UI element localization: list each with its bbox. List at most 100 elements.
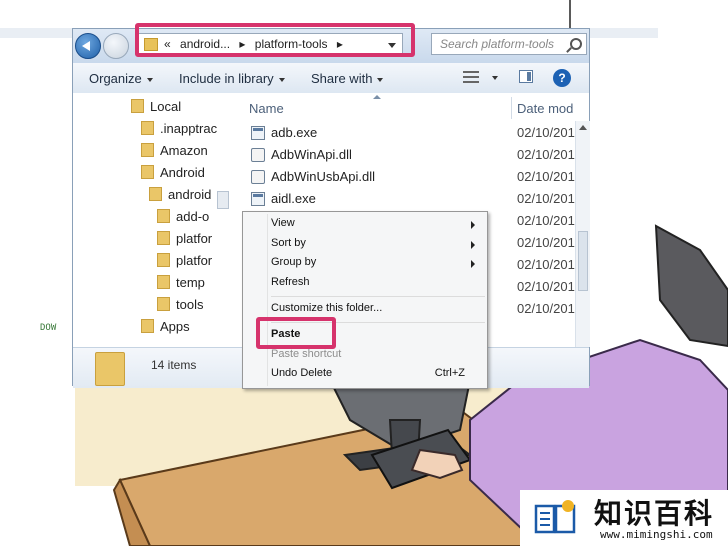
nav-item-tools[interactable]: tools — [157, 297, 203, 317]
column-divider[interactable] — [511, 97, 512, 119]
nav-item-android[interactable]: Android — [141, 165, 205, 185]
chevron-down-icon — [146, 77, 153, 82]
book-lightbulb-icon — [534, 500, 576, 534]
person-hair — [654, 224, 728, 348]
menu-item-view[interactable]: View — [271, 217, 481, 235]
file-date: 02/10/201 — [517, 279, 575, 294]
menu-item-label: Undo Delete — [271, 367, 333, 379]
file-row[interactable]: AdbWinUsbApi.dll 02/10/201 — [231, 167, 589, 189]
menu-item-undo-delete[interactable]: Undo Delete Ctrl+Z — [271, 367, 481, 385]
file-row[interactable]: AdbWinApi.dll 02/10/201 — [231, 145, 589, 167]
menu-item-label: View — [271, 217, 295, 229]
menu-item-label: Group by — [271, 256, 317, 268]
file-date: 02/10/201 — [517, 301, 575, 316]
menu-item-label: Sort by — [271, 237, 306, 249]
menu-item-label: Paste shortcut — [271, 348, 342, 360]
preview-pane-icon[interactable] — [519, 70, 533, 83]
organize-label: Organize — [89, 71, 142, 86]
folder-icon — [157, 275, 170, 289]
file-date: 02/10/201 — [517, 169, 575, 184]
scroll-up-icon[interactable] — [579, 125, 587, 130]
forward-button[interactable] — [103, 33, 129, 59]
view-dropdown[interactable] — [487, 69, 498, 84]
nav-item-label: platfor — [176, 231, 213, 246]
file-row[interactable]: adb.exe 02/10/201 — [231, 123, 589, 145]
site-logo: 知识百科 www.mimingshi.com — [520, 490, 728, 546]
column-header-name[interactable]: Name — [249, 101, 284, 116]
file-date: 02/10/201 — [517, 191, 575, 206]
menu-item-label: Refresh — [271, 276, 310, 288]
dll-file-icon — [251, 148, 265, 162]
nav-item-label: add-o — [176, 209, 210, 224]
folder-icon — [95, 352, 125, 386]
nav-item-inapptrac[interactable]: .inapptrac — [141, 121, 217, 141]
folder-icon — [149, 187, 162, 201]
file-date: 02/10/201 — [517, 213, 575, 228]
dll-file-icon — [251, 170, 265, 184]
address-bar-area: « android... ▸ platform-tools ▸ Search p… — [73, 23, 589, 63]
nav-scrollbar-thumb[interactable] — [217, 191, 229, 209]
nav-item-label: .inapptrac — [160, 121, 218, 136]
include-in-library-menu[interactable]: Include in library — [179, 71, 285, 86]
logo-text: 知识百科 — [594, 497, 715, 530]
file-date: 02/10/201 — [517, 257, 575, 272]
context-menu: View Sort by Group by Refresh Customize … — [242, 211, 488, 389]
exe-file-icon — [251, 126, 265, 140]
folder-icon — [157, 209, 170, 223]
nav-item-label: Amazon — [160, 143, 208, 158]
file-date: 02/10/201 — [517, 125, 575, 140]
menu-item-group-by[interactable]: Group by — [271, 256, 481, 274]
address-highlight-box — [135, 23, 415, 57]
nav-item-local[interactable]: Local — [131, 99, 181, 119]
nav-item-temp[interactable]: temp — [157, 275, 205, 295]
paste-highlight-box — [256, 317, 336, 349]
file-name: AdbWinApi.dll — [271, 147, 352, 162]
search-input[interactable]: Search platform-tools — [431, 33, 587, 55]
chevron-down-icon — [377, 77, 384, 82]
submenu-arrow-icon — [471, 221, 475, 229]
exe-file-icon — [251, 192, 265, 206]
submenu-arrow-icon — [471, 260, 475, 268]
folder-icon — [157, 231, 170, 245]
nav-item-apps[interactable]: Apps — [141, 319, 190, 339]
share-with-menu[interactable]: Share with — [311, 71, 384, 86]
nav-item-label: temp — [176, 275, 205, 290]
nav-item-add-ons[interactable]: add-o — [157, 209, 209, 229]
column-header-date[interactable]: Date mod — [517, 101, 573, 116]
organize-menu[interactable]: Organize — [89, 71, 153, 86]
share-label: Share with — [311, 71, 373, 86]
back-button[interactable] — [75, 33, 101, 59]
nav-item-label: android — [168, 187, 212, 202]
file-row[interactable]: aidl.exe 02/10/201 — [231, 189, 589, 211]
menu-item-refresh[interactable]: Refresh — [271, 276, 481, 294]
scrollbar-thumb[interactable] — [578, 231, 588, 291]
chevron-down-icon — [278, 77, 285, 82]
chevron-down-icon — [492, 75, 498, 80]
submenu-arrow-icon — [471, 241, 475, 249]
nav-item-android-sdk[interactable]: android — [149, 187, 211, 207]
nav-item-label: Apps — [160, 319, 190, 334]
menu-item-sort-by[interactable]: Sort by — [271, 237, 481, 255]
search-icon[interactable] — [570, 38, 582, 50]
nav-item-amazon[interactable]: Amazon — [141, 143, 208, 163]
nav-item-label: Android — [160, 165, 205, 180]
file-name: aidl.exe — [271, 191, 316, 206]
file-date: 02/10/201 — [517, 235, 575, 250]
help-icon[interactable]: ? — [553, 69, 571, 87]
folder-icon — [141, 143, 154, 157]
nav-item-platforms[interactable]: platfor — [157, 231, 212, 251]
nav-item-label: platfor — [176, 253, 213, 268]
folder-icon — [157, 297, 170, 311]
file-name: adb.exe — [271, 125, 318, 140]
folder-icon — [141, 319, 154, 333]
list-scrollbar[interactable] — [575, 121, 590, 347]
navigation-pane: Local .inapptrac Amazon Android android … — [73, 93, 232, 347]
logo-url: www.mimingshi.com — [600, 528, 713, 541]
menu-item-shortcut: Ctrl+Z — [434, 367, 465, 379]
sort-ascending-icon — [373, 95, 381, 99]
folder-icon — [131, 99, 144, 113]
folder-icon — [157, 253, 170, 267]
change-view-icon[interactable] — [463, 71, 479, 83]
menu-item-paste-shortcut: Paste shortcut — [271, 348, 481, 366]
nav-item-platform-tools[interactable]: platfor — [157, 253, 212, 273]
